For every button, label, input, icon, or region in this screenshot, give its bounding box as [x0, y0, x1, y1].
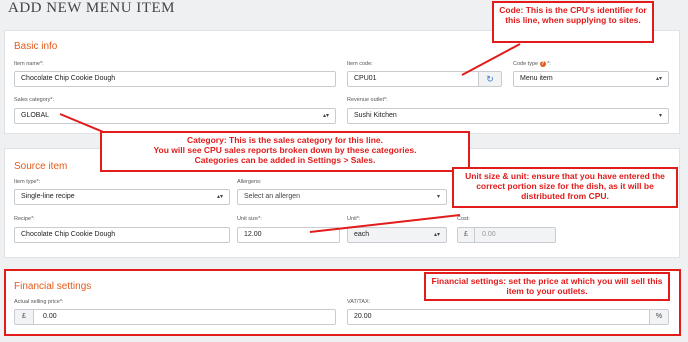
financial-callout: Financial settings: set the price at whi… [424, 272, 670, 301]
unit-callout: Unit size & unit: ensure that you have e… [452, 167, 678, 208]
category-callout-line-1: Category: This is the sales category for… [186, 135, 384, 145]
code-arrow [461, 43, 521, 76]
unit-arrow [309, 214, 461, 233]
category-callout-line-3: Categories can be added in Settings > Sa… [194, 155, 376, 165]
category-callout: Category: This is the sales category for… [100, 131, 470, 172]
code-callout: Code: This is the CPU's identifier for t… [492, 1, 654, 43]
category-callout-line-2: You will see CPU sales reports broken do… [153, 145, 417, 155]
